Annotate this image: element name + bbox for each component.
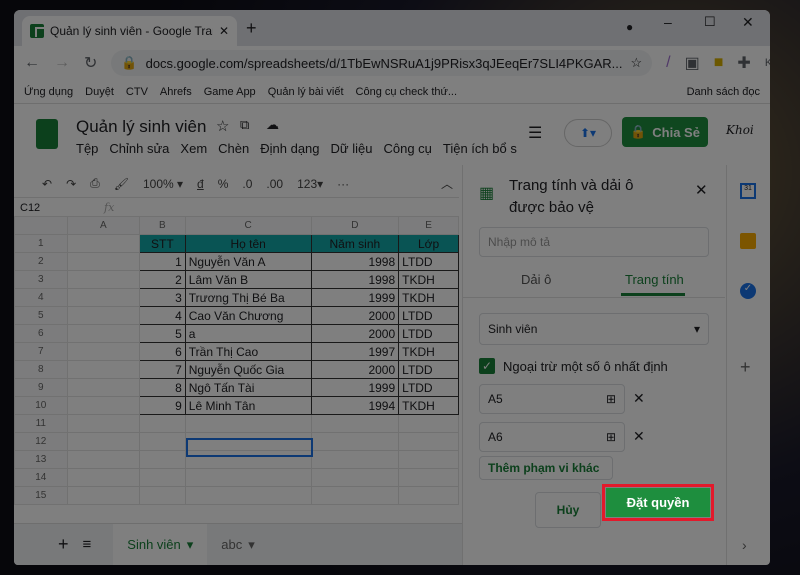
set-permissions-button[interactable]: Đặt quyền xyxy=(606,488,710,517)
set-permissions-button-highlight[interactable]: Đặt quyền xyxy=(602,484,714,521)
